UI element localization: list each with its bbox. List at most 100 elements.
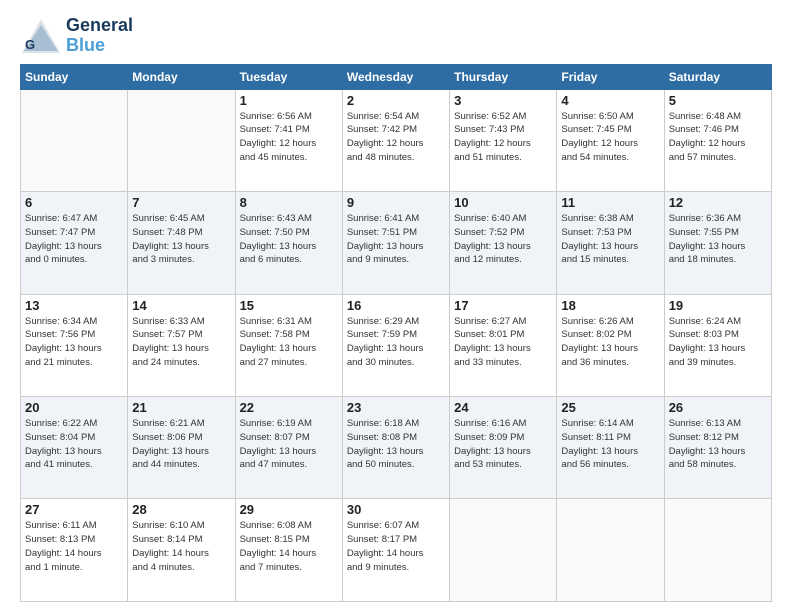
day-info: Sunrise: 6:52 AM Sunset: 7:43 PM Dayligh…: [454, 110, 552, 165]
day-info: Sunrise: 6:24 AM Sunset: 8:03 PM Dayligh…: [669, 315, 767, 370]
day-number: 16: [347, 298, 445, 313]
day-info: Sunrise: 6:29 AM Sunset: 7:59 PM Dayligh…: [347, 315, 445, 370]
calendar-week-row: 20Sunrise: 6:22 AM Sunset: 8:04 PM Dayli…: [21, 397, 772, 499]
calendar-week-row: 27 Sunrise: 6:11 AM Sunset: 8:13 PM Dayli…: [21, 499, 772, 602]
calendar-cell: [450, 499, 557, 602]
calendar-cell: 3Sunrise: 6:52 AM Sunset: 7:43 PM Daylig…: [450, 89, 557, 191]
day-number: 1: [240, 93, 338, 108]
day-number: 30: [347, 502, 445, 517]
calendar-cell: 11 Sunrise: 6:38 AM Sunset: 7:53 PM Dayli…: [557, 192, 664, 294]
calendar-cell: 26 Sunrise: 6:13 AM Sunset: 8:12 PM Dayli…: [664, 397, 771, 499]
day-info: Sunrise: 6:47 AM Sunset: 7:47 PM Dayligh…: [25, 212, 123, 267]
day-number: 22: [240, 400, 338, 415]
logo: G General Blue: [20, 16, 133, 56]
calendar-cell: 23 Sunrise: 6:18 AM Sunset: 8:08 PM Dayli…: [342, 397, 449, 499]
day-number: 2: [347, 93, 445, 108]
calendar-cell: 15 Sunrise: 6:31 AM Sunset: 7:58 PM Dayli…: [235, 294, 342, 396]
calendar-week-row: 13 Sunrise: 6:34 AM Sunset: 7:56 PM Dayli…: [21, 294, 772, 396]
calendar-cell: 7 Sunrise: 6:45 AM Sunset: 7:48 PM Daylig…: [128, 192, 235, 294]
day-info: Sunrise: 6:43 AM Sunset: 7:50 PM Dayligh…: [240, 212, 338, 267]
day-info: Sunrise: 6:50 AM Sunset: 7:45 PM Dayligh…: [561, 110, 659, 165]
calendar-cell: 10 Sunrise: 6:40 AM Sunset: 7:52 PM Dayli…: [450, 192, 557, 294]
day-info: Sunrise: 6:33 AM Sunset: 7:57 PM Dayligh…: [132, 315, 230, 370]
calendar-cell: 29 Sunrise: 6:08 AM Sunset: 8:15 PM Dayli…: [235, 499, 342, 602]
day-info: Sunrise: 6:19 AM Sunset: 8:07 PM Dayligh…: [240, 417, 338, 472]
day-number: 12: [669, 195, 767, 210]
calendar-cell: 2 Sunrise: 6:54 AM Sunset: 7:42 PM Daylig…: [342, 89, 449, 191]
calendar-cell: 16 Sunrise: 6:29 AM Sunset: 7:59 PM Dayli…: [342, 294, 449, 396]
day-number: 14: [132, 298, 230, 313]
day-number: 7: [132, 195, 230, 210]
calendar-cell: 19 Sunrise: 6:24 AM Sunset: 8:03 PM Dayli…: [664, 294, 771, 396]
calendar-cell: 20Sunrise: 6:22 AM Sunset: 8:04 PM Dayli…: [21, 397, 128, 499]
day-info: Sunrise: 6:40 AM Sunset: 7:52 PM Dayligh…: [454, 212, 552, 267]
page: G General Blue SundayMondayTuesdayWednes…: [0, 0, 792, 612]
weekday-header-wednesday: Wednesday: [342, 64, 449, 89]
day-number: 28: [132, 502, 230, 517]
calendar-cell: 22 Sunrise: 6:19 AM Sunset: 8:07 PM Dayli…: [235, 397, 342, 499]
day-number: 13: [25, 298, 123, 313]
day-info: Sunrise: 6:16 AM Sunset: 8:09 PM Dayligh…: [454, 417, 552, 472]
day-number: 19: [669, 298, 767, 313]
calendar-cell: 21Sunrise: 6:21 AM Sunset: 8:06 PM Dayli…: [128, 397, 235, 499]
day-info: Sunrise: 6:22 AM Sunset: 8:04 PM Dayligh…: [25, 417, 123, 472]
calendar-cell: [128, 89, 235, 191]
day-number: 10: [454, 195, 552, 210]
day-info: Sunrise: 6:10 AM Sunset: 8:14 PM Dayligh…: [132, 519, 230, 574]
weekday-header-row: SundayMondayTuesdayWednesdayThursdayFrid…: [21, 64, 772, 89]
calendar-cell: 18 Sunrise: 6:26 AM Sunset: 8:02 PM Dayli…: [557, 294, 664, 396]
day-number: 26: [669, 400, 767, 415]
calendar-cell: 28 Sunrise: 6:10 AM Sunset: 8:14 PM Dayli…: [128, 499, 235, 602]
day-number: 29: [240, 502, 338, 517]
calendar-cell: 9Sunrise: 6:41 AM Sunset: 7:51 PM Daylig…: [342, 192, 449, 294]
day-number: 15: [240, 298, 338, 313]
day-info: Sunrise: 6:45 AM Sunset: 7:48 PM Dayligh…: [132, 212, 230, 267]
day-info: Sunrise: 6:31 AM Sunset: 7:58 PM Dayligh…: [240, 315, 338, 370]
calendar-cell: 6Sunrise: 6:47 AM Sunset: 7:47 PM Daylig…: [21, 192, 128, 294]
day-info: Sunrise: 6:13 AM Sunset: 8:12 PM Dayligh…: [669, 417, 767, 472]
calendar-cell: 17 Sunrise: 6:27 AM Sunset: 8:01 PM Dayli…: [450, 294, 557, 396]
day-info: Sunrise: 6:18 AM Sunset: 8:08 PM Dayligh…: [347, 417, 445, 472]
calendar-cell: 14 Sunrise: 6:33 AM Sunset: 7:57 PM Dayli…: [128, 294, 235, 396]
day-info: Sunrise: 6:14 AM Sunset: 8:11 PM Dayligh…: [561, 417, 659, 472]
calendar-cell: 25 Sunrise: 6:14 AM Sunset: 8:11 PM Dayli…: [557, 397, 664, 499]
calendar-cell: 13 Sunrise: 6:34 AM Sunset: 7:56 PM Dayli…: [21, 294, 128, 396]
calendar-cell: 5 Sunrise: 6:48 AM Sunset: 7:46 PM Daylig…: [664, 89, 771, 191]
day-info: Sunrise: 6:48 AM Sunset: 7:46 PM Dayligh…: [669, 110, 767, 165]
day-info: Sunrise: 6:56 AM Sunset: 7:41 PM Dayligh…: [240, 110, 338, 165]
calendar-cell: 8Sunrise: 6:43 AM Sunset: 7:50 PM Daylig…: [235, 192, 342, 294]
day-info: Sunrise: 6:34 AM Sunset: 7:56 PM Dayligh…: [25, 315, 123, 370]
logo-icon: G: [20, 17, 62, 55]
day-info: Sunrise: 6:54 AM Sunset: 7:42 PM Dayligh…: [347, 110, 445, 165]
calendar-cell: 24 Sunrise: 6:16 AM Sunset: 8:09 PM Dayli…: [450, 397, 557, 499]
weekday-header-friday: Friday: [557, 64, 664, 89]
day-info: Sunrise: 6:27 AM Sunset: 8:01 PM Dayligh…: [454, 315, 552, 370]
header: G General Blue: [20, 16, 772, 56]
day-number: 17: [454, 298, 552, 313]
day-number: 21: [132, 400, 230, 415]
day-number: 24: [454, 400, 552, 415]
calendar-table: SundayMondayTuesdayWednesdayThursdayFrid…: [20, 64, 772, 602]
calendar-cell: 30 Sunrise: 6:07 AM Sunset: 8:17 PM Dayli…: [342, 499, 449, 602]
calendar-cell: 4Sunrise: 6:50 AM Sunset: 7:45 PM Daylig…: [557, 89, 664, 191]
day-number: 23: [347, 400, 445, 415]
day-info: Sunrise: 6:07 AM Sunset: 8:17 PM Dayligh…: [347, 519, 445, 574]
day-info: Sunrise: 6:26 AM Sunset: 8:02 PM Dayligh…: [561, 315, 659, 370]
day-info: Sunrise: 6:11 AM Sunset: 8:13 PM Dayligh…: [25, 519, 123, 574]
calendar-cell: [21, 89, 128, 191]
calendar-cell: [664, 499, 771, 602]
day-number: 18: [561, 298, 659, 313]
calendar-cell: 12 Sunrise: 6:36 AM Sunset: 7:55 PM Dayli…: [664, 192, 771, 294]
logo-blue-text: Blue: [66, 36, 133, 56]
day-number: 9: [347, 195, 445, 210]
day-number: 5: [669, 93, 767, 108]
day-info: Sunrise: 6:08 AM Sunset: 8:15 PM Dayligh…: [240, 519, 338, 574]
weekday-header-tuesday: Tuesday: [235, 64, 342, 89]
day-number: 11: [561, 195, 659, 210]
calendar-week-row: 1 Sunrise: 6:56 AM Sunset: 7:41 PM Daylig…: [21, 89, 772, 191]
day-info: Sunrise: 6:38 AM Sunset: 7:53 PM Dayligh…: [561, 212, 659, 267]
day-info: Sunrise: 6:36 AM Sunset: 7:55 PM Dayligh…: [669, 212, 767, 267]
day-number: 27: [25, 502, 123, 517]
calendar-cell: 27 Sunrise: 6:11 AM Sunset: 8:13 PM Dayli…: [21, 499, 128, 602]
day-number: 25: [561, 400, 659, 415]
